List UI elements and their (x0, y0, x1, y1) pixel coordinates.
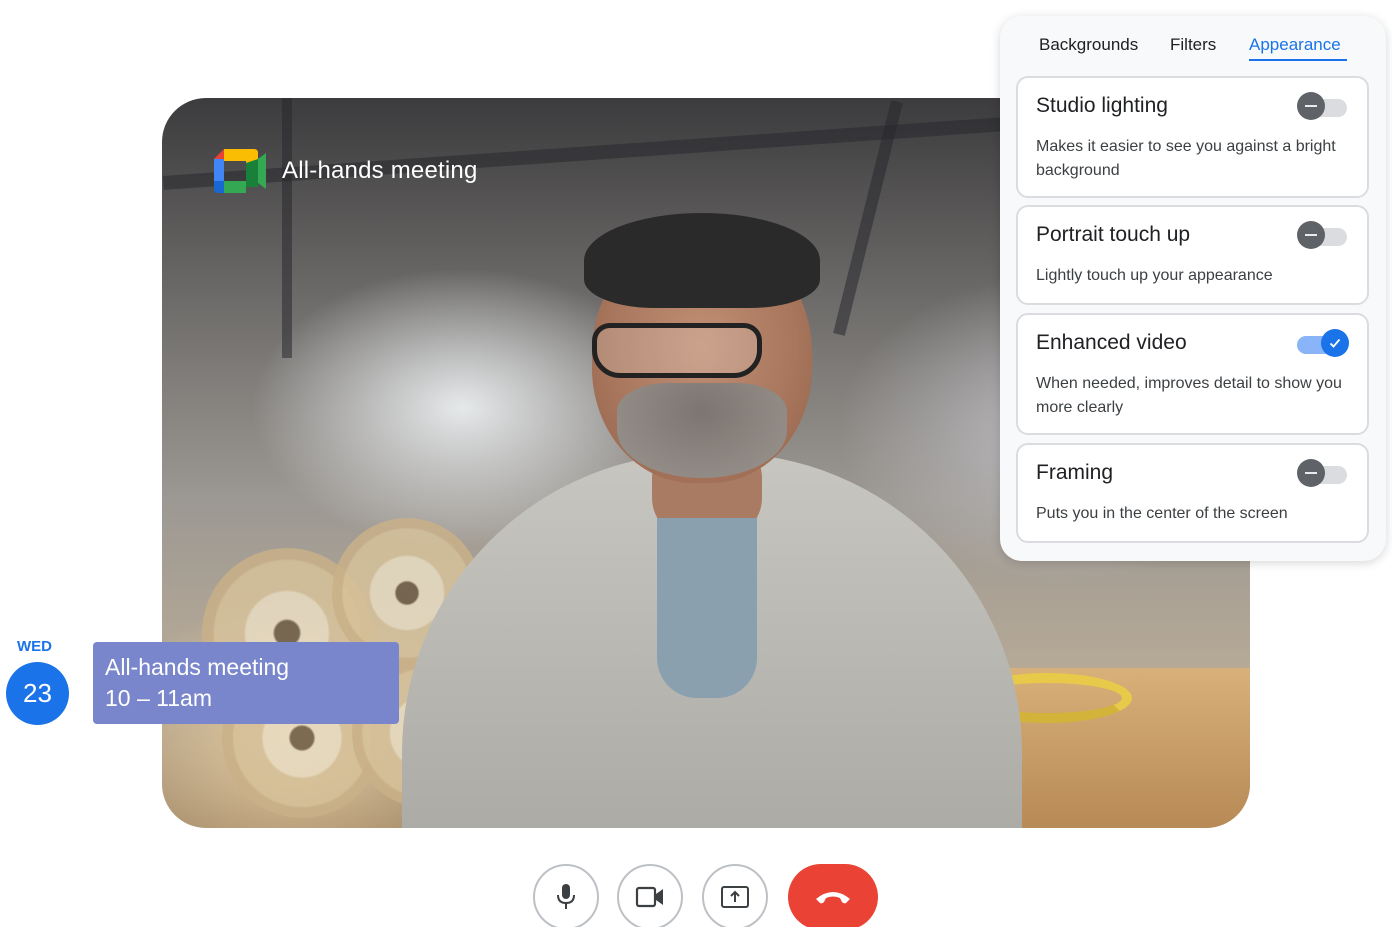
portrait-touch-up-toggle[interactable] (1297, 221, 1349, 249)
present-screen-icon (721, 886, 749, 908)
card-title: Studio lighting (1036, 94, 1168, 117)
calendar-weekday: WED (17, 638, 52, 655)
effects-panel: Backgrounds Filters Appearance Studio li… (1000, 16, 1386, 561)
card-title: Framing (1036, 461, 1114, 484)
microphone-button[interactable] (533, 864, 599, 927)
card-description: Makes it easier to see you against a bri… (1036, 138, 1336, 179)
google-meet-logo-icon (214, 149, 266, 193)
toggle-off-icon (1297, 459, 1325, 487)
end-call-icon (816, 892, 850, 904)
card-enhanced-video: Enhanced video When needed, improves det… (1016, 313, 1369, 435)
tab-appearance[interactable]: Appearance (1249, 35, 1341, 55)
card-description: Lightly touch up your appearance (1036, 267, 1273, 284)
present-screen-button[interactable] (702, 864, 768, 927)
checkmark-icon (1321, 329, 1349, 357)
calendar-event-chip[interactable]: All-hands meeting 10 – 11am (93, 642, 399, 724)
tab-filters[interactable]: Filters (1170, 35, 1216, 55)
microphone-icon (557, 884, 575, 909)
studio-lighting-toggle[interactable] (1297, 92, 1349, 120)
panel-tabs: Backgrounds Filters Appearance (1000, 16, 1386, 76)
card-title: Enhanced video (1036, 331, 1187, 354)
end-call-button[interactable] (788, 864, 878, 927)
card-framing: Framing Puts you in the center of the sc… (1016, 443, 1369, 543)
meeting-title-bar: All-hands meeting (214, 149, 478, 193)
camera-button[interactable] (617, 864, 683, 927)
active-tab-indicator (1249, 59, 1347, 61)
event-time: 10 – 11am (105, 685, 212, 711)
card-studio-lighting: Studio lighting Makes it easier to see y… (1016, 76, 1369, 198)
calendar-day-badge[interactable]: 23 (6, 662, 69, 725)
card-portrait-touch-up: Portrait touch up Lightly touch up your … (1016, 205, 1369, 305)
tab-backgrounds[interactable]: Backgrounds (1039, 35, 1138, 55)
enhanced-video-toggle[interactable] (1297, 329, 1349, 357)
card-description: Puts you in the center of the screen (1036, 505, 1288, 522)
framing-toggle[interactable] (1297, 459, 1349, 487)
toggle-off-icon (1297, 221, 1325, 249)
card-title: Portrait touch up (1036, 223, 1191, 246)
meeting-title: All-hands meeting (282, 157, 478, 184)
toggle-off-icon (1297, 92, 1325, 120)
event-title: All-hands meeting (105, 654, 290, 680)
card-description: When needed, improves detail to show you… (1036, 375, 1342, 416)
camera-icon (635, 886, 663, 908)
